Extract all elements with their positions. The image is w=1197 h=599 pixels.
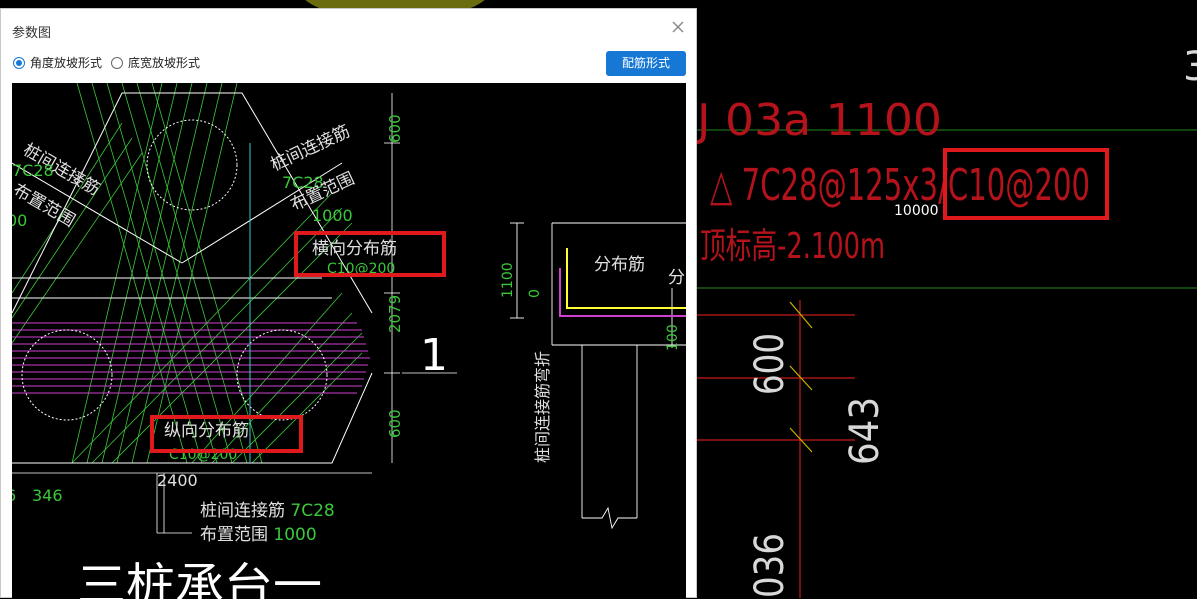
section-vertical-label: 桩间连接筋弯折 (533, 351, 552, 463)
magenta-rebar (12, 322, 370, 394)
radio-unchecked-icon[interactable] (111, 56, 123, 69)
cad-corner-3: 3 (1183, 44, 1197, 90)
label-tl-7c28: 7C28 (12, 161, 54, 180)
bottom-range-value: 1000 (273, 525, 316, 545)
close-icon[interactable] (670, 19, 686, 35)
bottom-connect-value: 7C28 (290, 501, 334, 521)
label-tl-00: 00 (12, 211, 27, 230)
label-tr-1000: 1000 (312, 206, 353, 225)
dim-346: 346 (32, 486, 63, 505)
dim-600-top: 600 (386, 114, 404, 143)
label-longitudinal: 纵向分布筋 (164, 421, 249, 441)
dialog-toolbar: 角度放坡形式 底宽放坡形式 配筋形式 (1, 49, 696, 83)
radio-checked-icon[interactable] (13, 56, 25, 69)
label-transverse: 横向分布筋 (312, 239, 397, 259)
bottom-connect-label: 桩间连接筋 7C28 (200, 501, 335, 521)
radio-angle-label: 角度放坡形式 (30, 56, 103, 70)
mark-1: 1 (420, 330, 448, 381)
section-0: 0 (527, 289, 543, 298)
dim-2400: 2400 (157, 471, 198, 490)
section-1100: 1100 (500, 262, 516, 298)
dialog-titlebar: 参数图 (1, 9, 696, 47)
reinforce-form-button[interactable]: 配筋形式 (606, 51, 686, 76)
radio-width-label: 底宽放坡形式 (128, 56, 201, 70)
cad-dim-643: 643 (842, 397, 888, 465)
section-100: 100 (665, 324, 681, 351)
cad-dim-036: 036 (747, 533, 793, 598)
cap-title: 三桩承台一 (77, 558, 322, 599)
cad-dim-600: 600 (747, 333, 793, 395)
dim-2079: 2079 (386, 295, 404, 333)
cad-text-j03a: J 03a 1100 (694, 95, 942, 146)
cad-note-10000: 10000 (894, 203, 939, 219)
section-distrib-2: 分 (668, 268, 685, 288)
dim-6: 6 (12, 486, 16, 505)
section-distrib: 分布筋 (594, 255, 645, 275)
dim-600-bot: 600 (386, 409, 404, 438)
radio-width-slope[interactable]: 底宽放坡形式 (111, 54, 200, 71)
parameter-dialog: 参数图 角度放坡形式 底宽放坡形式 配筋形式 桩间连接筋 7C28 布置范围 0… (0, 8, 697, 599)
cad-text-elevation: 顶标高-2.100m (700, 226, 885, 267)
bottom-range-label: 布置范围 1000 (200, 525, 317, 545)
radio-angle-slope[interactable]: 角度放坡形式 (13, 54, 102, 71)
label-tr-connect: 桩间连接筋 (268, 121, 353, 175)
parameter-drawing: 桩间连接筋 7C28 布置范围 00 桩间连接筋 7C28 布置范围 1000 … (12, 83, 686, 599)
dialog-title: 参数图 (12, 26, 52, 41)
